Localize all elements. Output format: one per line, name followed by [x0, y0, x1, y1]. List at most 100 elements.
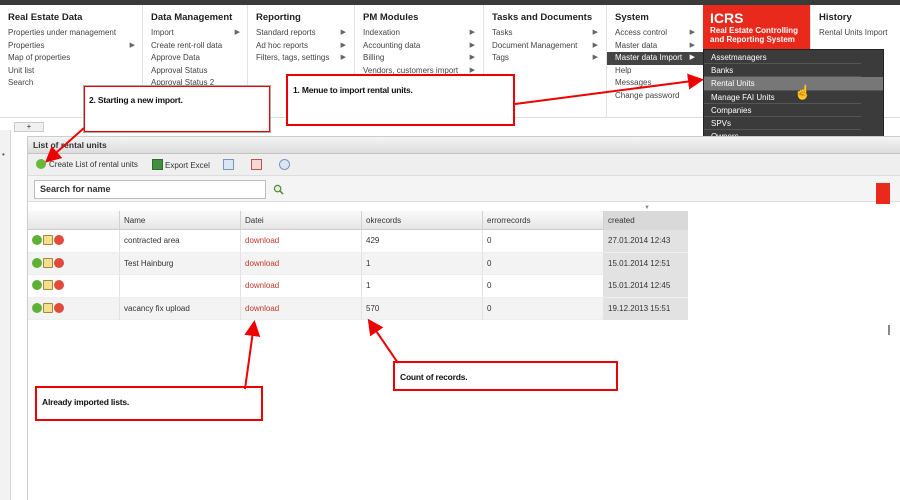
menu-item[interactable]: Master data ▶ — [607, 40, 703, 53]
menu-item[interactable]: Change password — [607, 90, 703, 103]
menu-item[interactable]: Approval Status — [143, 65, 248, 78]
approve-icon[interactable] — [32, 302, 42, 313]
cell-name: contracted area — [119, 230, 240, 252]
submenu-item[interactable]: SPVs — [704, 117, 861, 131]
column-header-errorrecords[interactable]: errorrecords — [482, 211, 603, 230]
menu-header[interactable]: System — [607, 11, 703, 27]
column-header-name[interactable]: Name — [119, 211, 240, 230]
download-link[interactable]: download — [240, 252, 361, 275]
column-header-okrecords[interactable]: okrecords — [361, 211, 482, 230]
menu-col-system: System Access control ▶ Master data ▶ Mast… — [606, 5, 703, 118]
table-row[interactable]: download 1 0 15.01.2014 12:45 — [28, 275, 688, 298]
menu-item[interactable]: Approve Data — [143, 52, 248, 65]
menu-header[interactable]: Reporting — [248, 11, 354, 27]
scrollbar-handle[interactable] — [888, 325, 890, 335]
chevron-right-icon: ▶ — [340, 29, 346, 36]
menu-header[interactable]: Data Management — [143, 11, 248, 27]
download-link[interactable]: download — [240, 297, 361, 320]
menu-item-master-data-import[interactable]: Master data Import ▶ — [607, 52, 703, 65]
menu-item[interactable]: Unit list — [0, 65, 143, 78]
panel-title: List of rental units — [28, 137, 900, 154]
add-tab-button[interactable]: + — [14, 122, 44, 132]
export-excel-button[interactable]: Export Excel — [152, 159, 210, 171]
chevron-right-icon: ▶ — [689, 41, 695, 49]
row-actions — [28, 275, 119, 297]
menu-item[interactable]: Rental Units Import — [811, 27, 900, 40]
menu-item[interactable]: Properties ▶ — [0, 40, 143, 53]
table-row[interactable]: vacancy fix upload download 570 0 19.12.2013… — [28, 297, 688, 320]
toolbar-action-3[interactable] — [279, 159, 292, 171]
menu-item[interactable]: Import ▶ — [143, 27, 248, 40]
collapsed-side-panel[interactable]: • — [0, 130, 11, 500]
edit-icon[interactable] — [43, 302, 53, 313]
menu-item[interactable]: Standard reports ▶ — [248, 27, 354, 40]
menu-header[interactable]: PM Modules — [355, 11, 483, 27]
menu-item[interactable]: Map of properties — [0, 52, 143, 65]
brand-title: ICRS — [710, 10, 744, 26]
menu-item[interactable]: Properties under management — [0, 27, 143, 40]
menu-item[interactable]: Document Management ▶ — [484, 40, 606, 53]
chevron-right-icon: ▶ — [469, 54, 475, 61]
delete-icon[interactable] — [54, 257, 64, 268]
menu-item[interactable]: Create rent-roll data — [143, 40, 248, 53]
menu-header[interactable]: History — [811, 11, 900, 27]
submenu-item[interactable]: Companies — [704, 104, 861, 117]
approve-icon[interactable] — [32, 235, 42, 245]
submenu-item[interactable]: Manage FAI Units — [704, 91, 861, 104]
callout-new-import: 2. Starting a new import. — [83, 85, 271, 133]
brand-subtitle: Real Estate Controlling and Reporting Sy… — [710, 26, 799, 44]
edit-icon[interactable] — [43, 235, 53, 245]
menu-item[interactable]: Indexation ▶ — [355, 27, 483, 40]
search-input[interactable]: Search for name — [34, 180, 266, 199]
menu-item[interactable]: Messages — [607, 77, 703, 90]
edit-icon[interactable] — [43, 257, 53, 268]
cell-created: 27.01.2014 12:43 — [603, 230, 688, 252]
menu-item[interactable]: Access control ▶ — [607, 27, 703, 40]
submenu-item[interactable]: Banks — [704, 64, 861, 78]
menu-item[interactable]: Help — [607, 65, 703, 78]
column-header-created[interactable]: created — [603, 211, 688, 230]
red-side-button[interactable] — [876, 183, 890, 204]
row-actions — [28, 298, 119, 320]
chevron-right-icon: ▶ — [469, 41, 475, 49]
cell-okrecords: 1 — [361, 275, 482, 297]
side-panel-marker: • — [2, 150, 5, 159]
approve-icon[interactable] — [32, 280, 42, 290]
submenu-item[interactable]: Assetmanagers — [704, 51, 861, 65]
menu-item[interactable]: Tags ▶ — [484, 52, 606, 65]
rental-units-table: Name Datei okrecords errorrecords create… — [28, 205, 688, 320]
create-list-button[interactable]: Create List of rental units — [36, 159, 138, 171]
download-link[interactable]: download — [240, 275, 361, 297]
chevron-right-icon: ▶ — [689, 29, 695, 36]
menu-item[interactable]: Accounting data ▶ — [355, 40, 483, 53]
callout-already-imported: Already imported lists. — [35, 386, 263, 421]
delete-icon[interactable] — [54, 280, 64, 290]
table-row[interactable]: Test Hainburg download 1 0 15.01.2014 12:51 — [28, 252, 688, 275]
cell-okrecords: 1 — [361, 252, 482, 275]
column-header-datei[interactable]: Datei — [240, 211, 361, 230]
table-row[interactable]: contracted area download 429 0 27.01.2014 12… — [28, 230, 688, 253]
delete-icon[interactable] — [54, 235, 64, 245]
search-row: Search for name — [28, 176, 900, 202]
approve-icon[interactable] — [32, 257, 42, 268]
search-icon[interactable] — [273, 184, 284, 195]
toolbar-action-1[interactable] — [223, 159, 236, 171]
menu-item[interactable]: Ad hoc reports ▶ — [248, 40, 354, 53]
menu-item[interactable]: Tasks ▶ — [484, 27, 606, 40]
row-actions — [28, 230, 119, 252]
menu-item[interactable]: Filters, tags, settings ▶ — [248, 52, 354, 65]
chevron-right-icon: ▶ — [469, 29, 475, 36]
row-actions — [28, 253, 119, 275]
chevron-right-icon: ▶ — [340, 41, 346, 49]
download-link[interactable]: download — [240, 230, 361, 252]
menu-header[interactable]: Tasks and Documents — [484, 11, 606, 27]
edit-icon[interactable] — [43, 280, 53, 290]
toolbar-action-2[interactable] — [251, 159, 264, 171]
menu-header[interactable]: Real Estate Data — [0, 11, 143, 27]
brand-logo: ICRS Real Estate Controlling and Reporti… — [703, 5, 810, 50]
excel-icon — [152, 159, 163, 170]
menu-item[interactable]: Billing ▶ — [355, 52, 483, 65]
delete-icon[interactable] — [54, 302, 64, 313]
cell-name — [119, 275, 240, 297]
cell-created: 19.12.2013 15:51 — [603, 297, 688, 320]
